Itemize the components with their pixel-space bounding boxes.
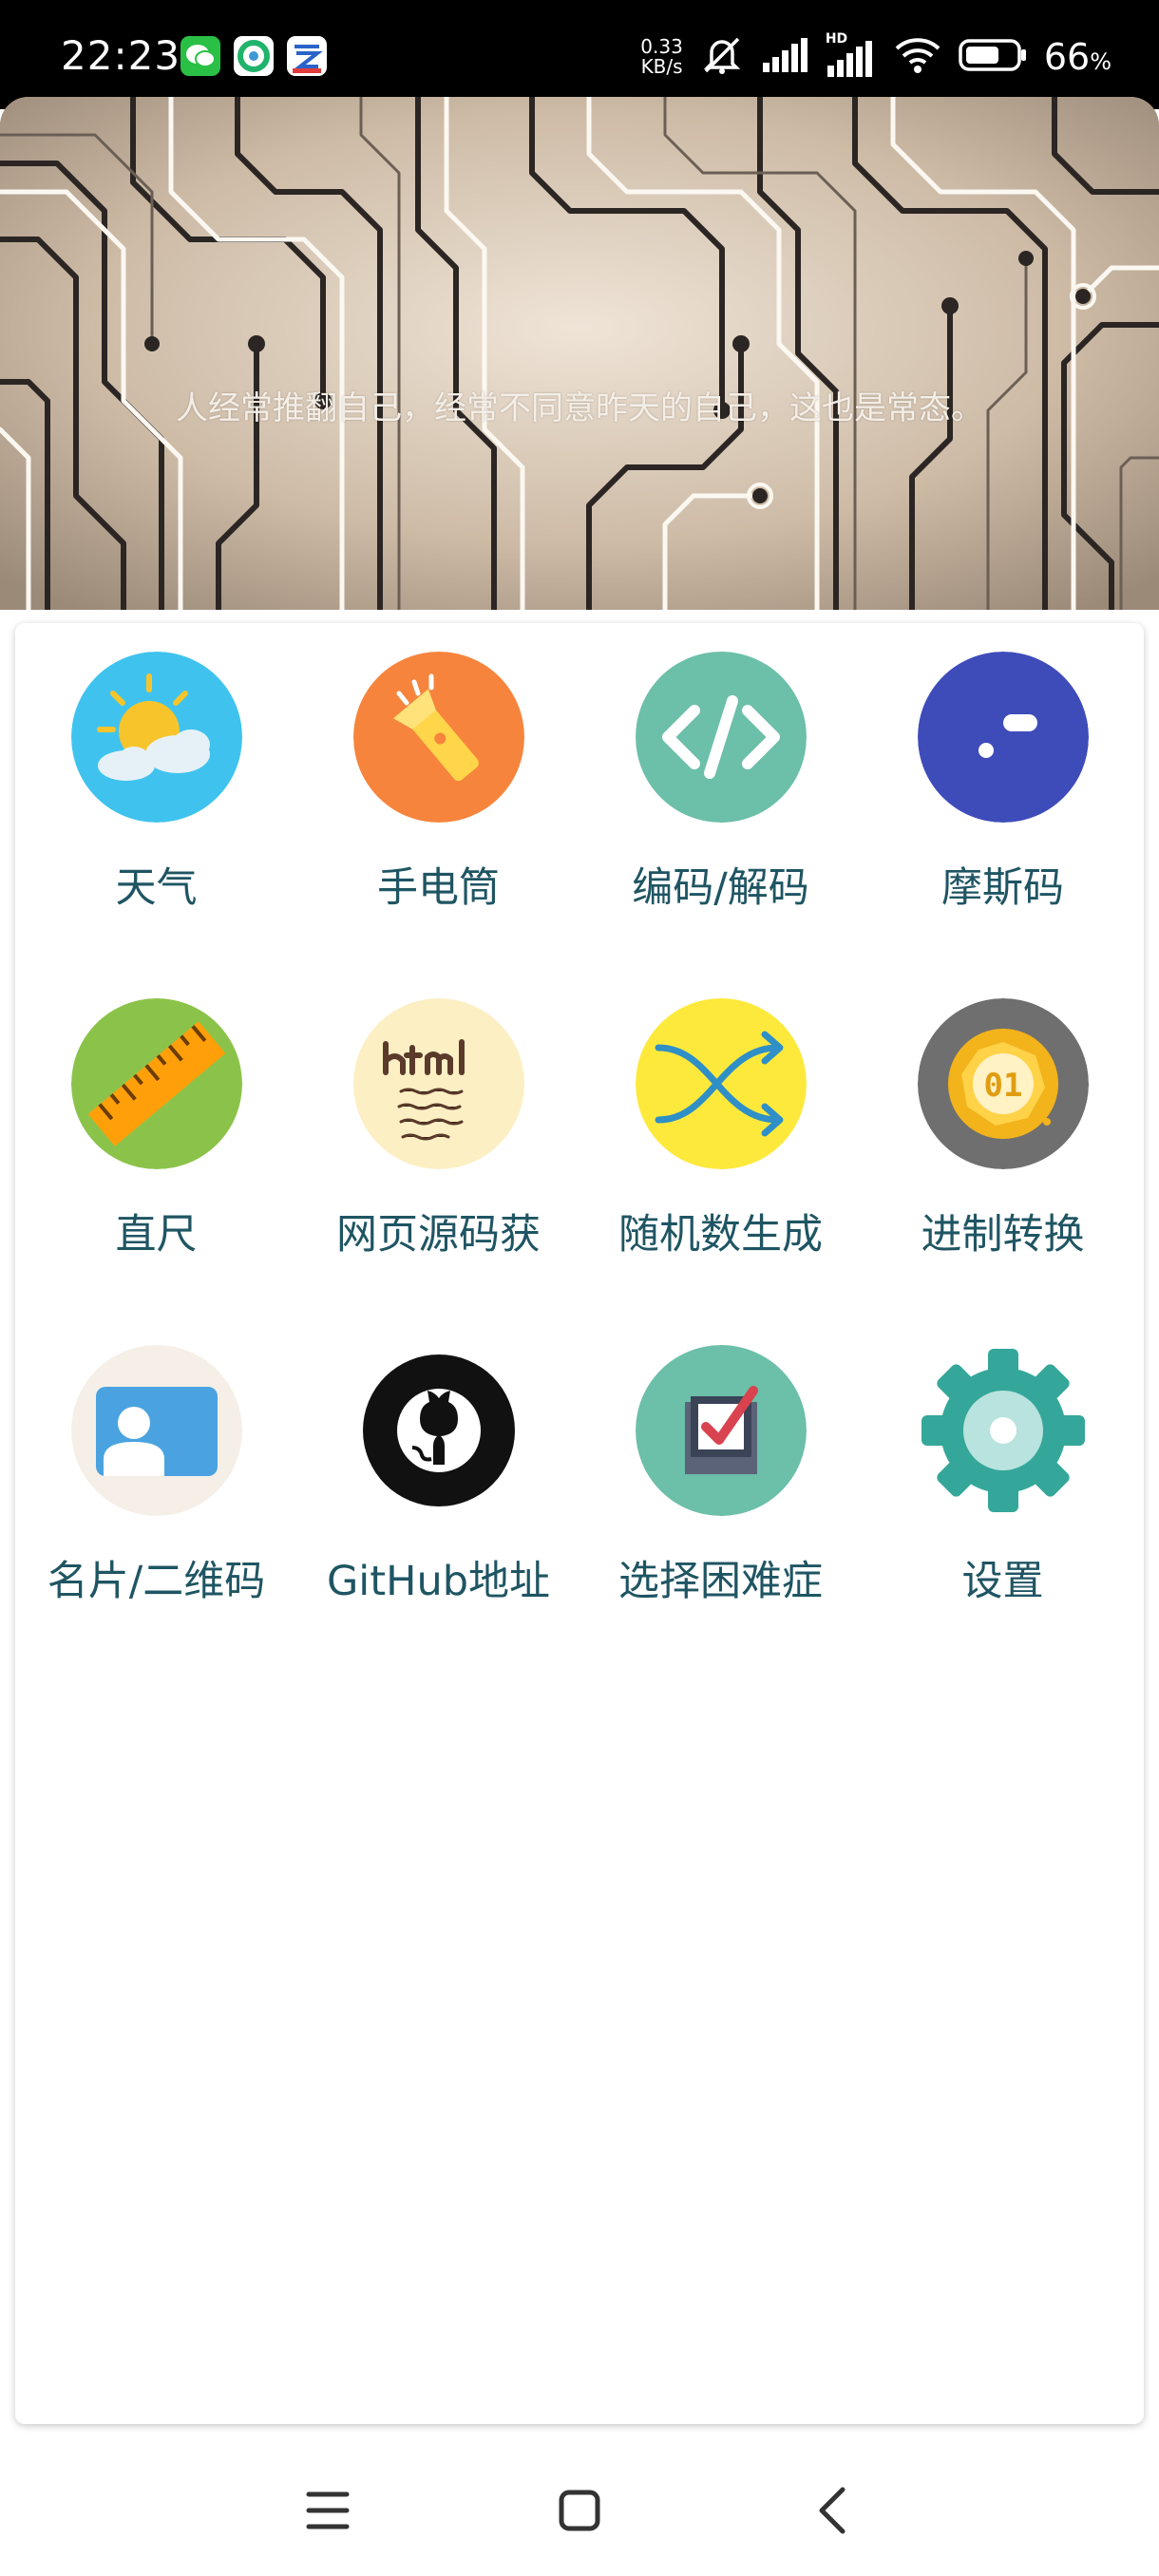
- header-banner: 人经常推翻自己，经常不同意昨天的自己，这也是常态。: [0, 97, 1159, 610]
- green-app-icon: [234, 36, 274, 76]
- tool-label: 进制转换: [921, 1211, 1085, 1259]
- svg-text:01: 01: [983, 1067, 1022, 1105]
- battery-percent-unit: %: [1090, 48, 1112, 75]
- tool-encode-decode[interactable]: 编码/解码: [580, 652, 862, 998]
- tool-label: 编码/解码: [632, 864, 809, 912]
- tool-label: GitHub地址: [326, 1558, 550, 1605]
- html-icon: [352, 998, 524, 1169]
- tool-morse[interactable]: 摩斯码: [862, 652, 1144, 998]
- net-speed-value: 0.33: [640, 35, 683, 58]
- menu-icon[interactable]: [294, 2477, 361, 2544]
- home-icon[interactable]: [546, 2477, 613, 2544]
- circuit-board-image: [0, 97, 1159, 610]
- tool-label: 名片/二维码: [47, 1558, 266, 1605]
- mute-icon: [700, 33, 744, 81]
- tool-flashlight[interactable]: 手电筒: [297, 652, 580, 998]
- tool-label: 选择困难症: [618, 1558, 823, 1605]
- navigation-bar: [0, 2443, 1159, 2576]
- binary-coin-icon: 01: [917, 998, 1089, 1169]
- tool-business-card[interactable]: 名片/二维码: [15, 1345, 297, 1692]
- wifi-icon: [894, 36, 941, 78]
- github-icon: [352, 1345, 524, 1516]
- cloud-app-icon: [287, 36, 327, 76]
- status-bar: 22:23 0.33 KB/s HD 66%: [0, 0, 1159, 109]
- tool-label: 直尺: [115, 1211, 198, 1259]
- tool-label: 网页源码获: [336, 1211, 541, 1259]
- ruler-icon: [70, 998, 242, 1169]
- status-right: 0.33 KB/s HD 66%: [640, 28, 1112, 85]
- back-icon[interactable]: [800, 2477, 866, 2544]
- status-time: 22:23: [61, 32, 181, 79]
- tool-base-convert[interactable]: 01 进制转换: [862, 998, 1144, 1345]
- net-speed-unit: KB/s: [640, 55, 683, 78]
- signal-hd-icon: HD: [826, 31, 877, 79]
- tools-card: 天气 手电筒 编码/解码 摩斯码 直尺 网页源码获 随机数生成 01 进制转换 …: [15, 623, 1144, 2424]
- tool-label: 天气: [115, 864, 198, 912]
- code-icon: [635, 652, 807, 823]
- wechat-icon: [180, 36, 220, 76]
- business-card-icon: [70, 1345, 242, 1516]
- weather-icon: [70, 652, 242, 823]
- banner-quote: 人经常推翻自己，经常不同意昨天的自己，这也是常态。: [176, 389, 983, 427]
- net-speed: 0.33 KB/s: [640, 37, 683, 77]
- tool-label: 设置: [961, 1558, 1044, 1605]
- tool-settings[interactable]: 设置: [862, 1345, 1144, 1692]
- morse-icon: [917, 652, 1089, 823]
- tool-ruler[interactable]: 直尺: [15, 998, 297, 1345]
- tools-grid: 天气 手电筒 编码/解码 摩斯码 直尺 网页源码获 随机数生成 01 进制转换 …: [15, 652, 1144, 1692]
- checkbox-icon: [635, 1345, 807, 1516]
- battery-icon: [959, 38, 1027, 76]
- tool-weather[interactable]: 天气: [15, 652, 297, 998]
- gear-icon: [918, 1345, 1089, 1516]
- tool-label: 手电筒: [377, 864, 500, 912]
- tool-choice[interactable]: 选择困难症: [580, 1345, 862, 1692]
- battery-percent: 66%: [1044, 36, 1112, 78]
- tool-label: 摩斯码: [941, 864, 1064, 912]
- flashlight-icon: [352, 652, 524, 823]
- shuffle-icon: [635, 998, 807, 1169]
- battery-percent-value: 66: [1043, 36, 1091, 78]
- tool-github[interactable]: GitHub地址: [297, 1345, 580, 1692]
- tool-random[interactable]: 随机数生成: [580, 998, 862, 1345]
- signal-icon: [761, 36, 808, 78]
- tool-web-source[interactable]: 网页源码获: [297, 998, 580, 1345]
- tool-label: 随机数生成: [618, 1211, 823, 1259]
